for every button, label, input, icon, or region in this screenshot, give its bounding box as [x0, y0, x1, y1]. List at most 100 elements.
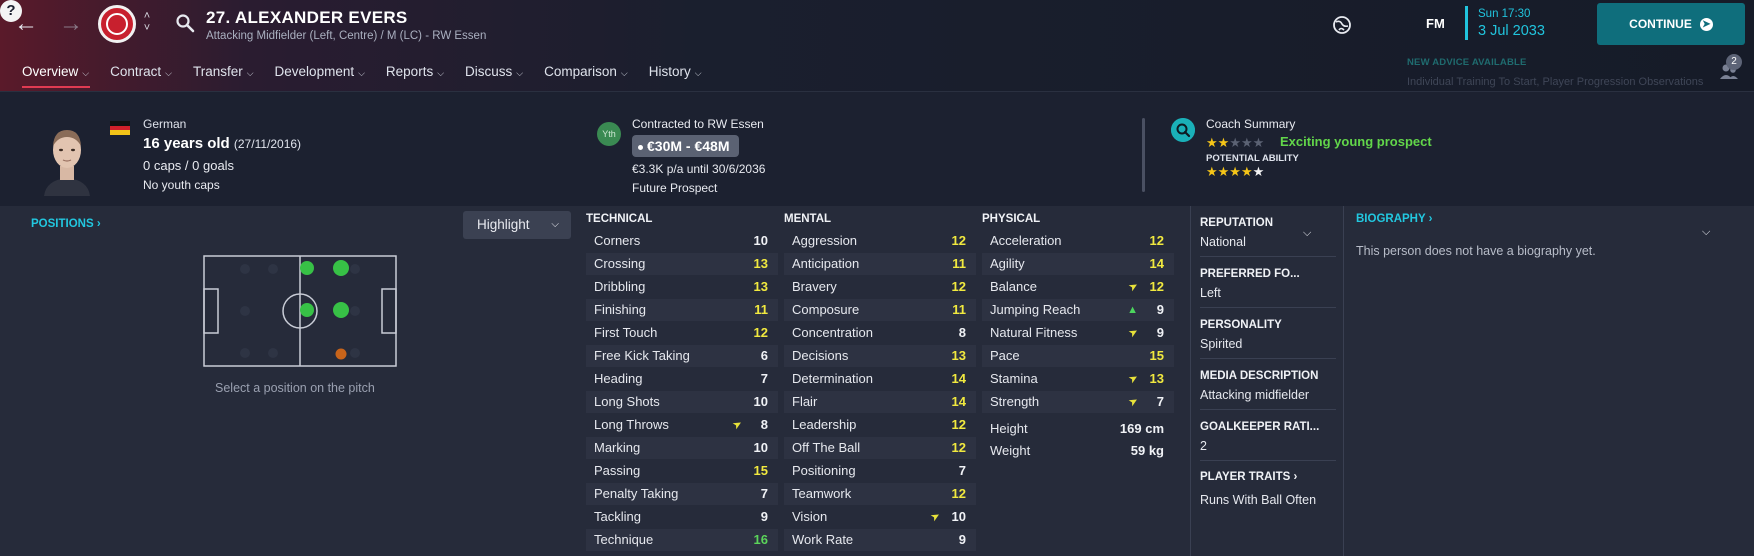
biography-link[interactable]: BIOGRAPHY ›: [1356, 213, 1432, 225]
height-row: Height 169 cm: [982, 418, 1174, 440]
attribute-row[interactable]: Natural Fitness ➤ 9: [982, 322, 1174, 344]
attribute-row[interactable]: Composure 11: [784, 299, 976, 321]
forward-arrow-icon[interactable]: →: [58, 12, 84, 38]
fm-logo[interactable]: FM: [1426, 16, 1445, 31]
value-dot-icon: [638, 144, 643, 150]
attribute-row[interactable]: Technique 16: [586, 529, 778, 551]
attribute-name: Teamwork: [792, 486, 852, 501]
personality-label: PERSONALITY: [1200, 319, 1282, 331]
player-traits-link[interactable]: PLAYER TRAITS ›: [1200, 471, 1297, 483]
attribute-row[interactable]: Off The Ball 12: [784, 437, 976, 459]
attribute-value: 8: [760, 417, 768, 432]
back-arrow-icon[interactable]: ←: [13, 12, 39, 38]
attribute-name: Crossing: [594, 256, 646, 271]
reputation-label: REPUTATION: [1200, 217, 1274, 229]
attribute-row[interactable]: Corners 10: [586, 230, 778, 252]
attribute-name: Pace: [990, 348, 1020, 363]
club-switch-chevrons-icon[interactable]: ˄ ˅: [140, 10, 154, 38]
positions-link[interactable]: POSITIONS ›: [31, 218, 101, 230]
attribute-name: Flair: [792, 394, 818, 409]
attribute-row[interactable]: Jumping Reach ▲ 9: [982, 299, 1174, 321]
attribute-row[interactable]: Aggression 12: [784, 230, 976, 252]
attribute-row[interactable]: Pace 15: [982, 345, 1174, 367]
contract-title[interactable]: Contracted to RW Essen: [632, 117, 764, 131]
tab-reports[interactable]: Reports ⌵: [376, 62, 455, 88]
attribute-value: 7: [760, 371, 768, 386]
scroll-divider[interactable]: [1142, 118, 1145, 192]
chevron-down-icon[interactable]: ⌵: [1702, 226, 1710, 239]
position-pitch[interactable]: [203, 255, 397, 367]
player-age: 16 years old (27/11/2016): [143, 135, 302, 152]
attribute-row[interactable]: Heading 7: [586, 368, 778, 390]
tab-comparison[interactable]: Comparison ⌵: [534, 62, 639, 88]
advice-text[interactable]: Individual Training To Start, Player Pro…: [1407, 76, 1703, 88]
advice-title[interactable]: NEW ADVICE AVAILABLE: [1407, 57, 1527, 68]
attribute-row[interactable]: Long Shots 10: [586, 391, 778, 413]
chevron-down-icon[interactable]: ⌵: [1303, 227, 1311, 240]
player-role: Attacking Midfielder (Left, Centre) / M …: [206, 30, 487, 42]
attribute-row[interactable]: Marking 10: [586, 437, 778, 459]
attribute-row[interactable]: Stamina ➤ 13: [982, 368, 1174, 390]
attribute-row[interactable]: Teamwork 12: [784, 483, 976, 505]
attribute-name: Technique: [594, 532, 654, 547]
attribute-row[interactable]: Dribbling 13: [586, 276, 778, 298]
search-icon[interactable]: [175, 13, 195, 33]
highlight-dropdown[interactable]: Highlight ⌵: [463, 211, 571, 239]
chevron-down-icon: ⌵: [551, 219, 559, 230]
pitch-hint: Select a position on the pitch: [215, 381, 375, 395]
nationality[interactable]: German: [143, 117, 186, 131]
continue-arrow-icon: ➤: [1699, 17, 1713, 31]
reputation-value: National: [1200, 235, 1246, 249]
tab-history[interactable]: History ⌵: [639, 62, 713, 88]
coach-summary-title: Coach Summary: [1206, 117, 1296, 131]
divider: [1200, 409, 1336, 410]
attribute-row[interactable]: Work Rate 9: [784, 529, 976, 551]
attribute-row[interactable]: Passing 15: [586, 460, 778, 482]
attribute-row[interactable]: Agility 14: [982, 253, 1174, 275]
attribute-row[interactable]: Tackling 9: [586, 506, 778, 528]
weight-label: Weight: [990, 443, 1031, 458]
attribute-name: Work Rate: [792, 532, 854, 547]
continue-button[interactable]: CONTINUE ➤: [1597, 3, 1745, 45]
divider: [1200, 256, 1336, 257]
attribute-name: Vision: [792, 509, 828, 524]
attribute-row[interactable]: Leadership 12: [784, 414, 976, 436]
chevron-down-icon: ⌵: [165, 68, 172, 78]
attribute-row[interactable]: Long Throws ➤ 8: [586, 414, 778, 436]
attribute-value: 12: [753, 325, 768, 340]
attribute-row[interactable]: Penalty Taking 7: [586, 483, 778, 505]
attribute-row[interactable]: Finishing 11: [586, 299, 778, 321]
player-name: 27. ALEXANDER EVERS: [206, 8, 408, 27]
attribute-row[interactable]: Vision ➤ 10: [784, 506, 976, 528]
attribute-row[interactable]: Flair 14: [784, 391, 976, 413]
coach-search-icon[interactable]: [1171, 118, 1195, 142]
attribute-value: 10: [951, 509, 966, 524]
progress-up-arrow-icon: ▲: [1127, 304, 1138, 316]
preferred-foot-label: PREFERRED FO...: [1200, 268, 1300, 280]
attribute-row[interactable]: Decisions 13: [784, 345, 976, 367]
tab-development[interactable]: Development ⌵: [265, 62, 376, 88]
divider: [1200, 307, 1336, 308]
attribute-row[interactable]: Crossing 13: [586, 253, 778, 275]
attribute-row[interactable]: Free Kick Taking 6: [586, 345, 778, 367]
attribute-row[interactable]: Acceleration 12: [982, 230, 1174, 252]
attribute-row[interactable]: Strength ➤ 7: [982, 391, 1174, 413]
tab-contract[interactable]: Contract ⌵: [100, 62, 183, 88]
transfer-value-chip[interactable]: €30M - €48M: [632, 135, 740, 157]
tab-transfer[interactable]: Transfer ⌵: [183, 62, 265, 88]
club-badge-icon[interactable]: [98, 5, 136, 43]
attribute-row[interactable]: Bravery 12: [784, 276, 976, 298]
tab-discuss[interactable]: Discuss ⌵: [455, 62, 534, 88]
attribute-row[interactable]: Balance ➤ 12: [982, 276, 1174, 298]
globe-icon[interactable]: [1331, 14, 1353, 36]
contract-status: Future Prospect: [632, 181, 718, 195]
attribute-value: 7: [760, 486, 768, 501]
attribute-row[interactable]: Concentration 8: [784, 322, 976, 344]
attribute-row[interactable]: Determination 14: [784, 368, 976, 390]
attribute-row[interactable]: Anticipation 11: [784, 253, 976, 275]
contract-wage: €3.3K p/a until 30/6/2036: [632, 162, 766, 176]
attribute-row[interactable]: Positioning 7: [784, 460, 976, 482]
tab-overview[interactable]: Overview ⌵: [12, 62, 100, 88]
continue-label: CONTINUE: [1629, 17, 1692, 31]
attribute-row[interactable]: First Touch 12: [586, 322, 778, 344]
